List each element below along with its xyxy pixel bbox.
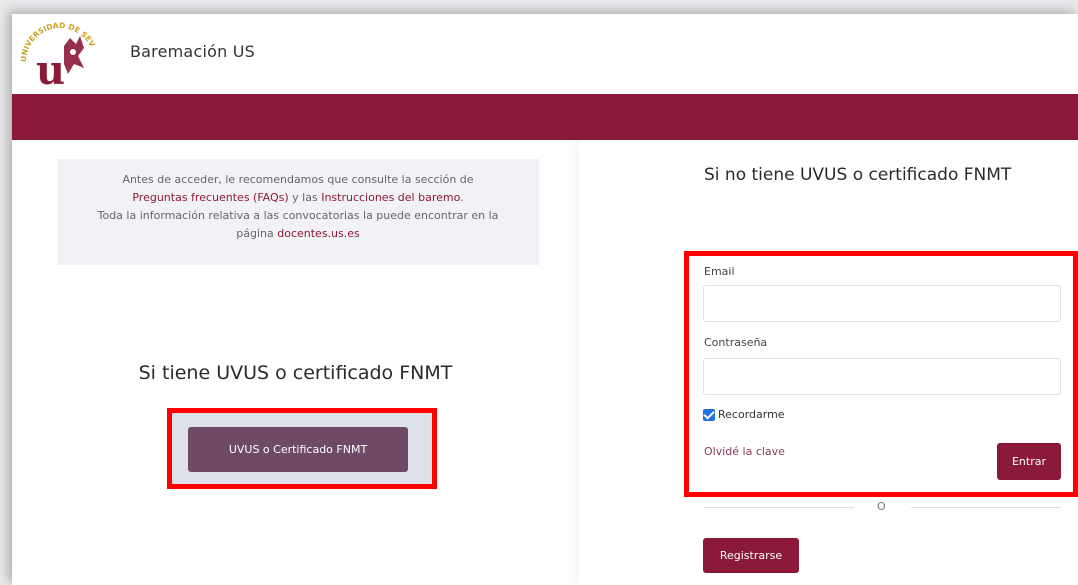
- enter-button[interactable]: Entrar: [997, 443, 1061, 480]
- page: UNIVERSIDAD DE SEVILLA u Baremación US A…: [12, 14, 1078, 585]
- separator-text: O: [877, 500, 886, 513]
- forgot-password-link[interactable]: Olvidé la clave: [704, 445, 785, 458]
- email-label: Email: [704, 265, 735, 278]
- info-notice: Antes de acceder, le recomendamos que co…: [57, 159, 539, 265]
- brand-banner: [12, 94, 1078, 140]
- local-login-column: Si no tiene UVUS o certificado FNMT Emai…: [579, 140, 1078, 585]
- uvus-login-column: Antes de acceder, le recomendamos que co…: [12, 140, 579, 585]
- header: UNIVERSIDAD DE SEVILLA u Baremación US: [12, 14, 1078, 94]
- remember-label: Recordarme: [718, 408, 785, 421]
- info-period: .: [460, 191, 464, 204]
- info-line-4: página docentes.us.es: [57, 225, 539, 243]
- email-field[interactable]: [703, 285, 1061, 322]
- remember-me[interactable]: Recordarme: [703, 408, 785, 421]
- password-field[interactable]: [703, 358, 1061, 395]
- page-prefix: página: [236, 227, 278, 240]
- uvus-certificate-button[interactable]: UVUS o Certificado FNMT: [188, 427, 408, 472]
- remember-checkbox[interactable]: [703, 408, 715, 421]
- svg-text:u: u: [36, 47, 65, 92]
- app-title: Baremación US: [130, 42, 255, 61]
- info-line-2: Preguntas frecuentes (FAQs) y las Instru…: [57, 189, 539, 207]
- separator-line-right: [911, 507, 1061, 508]
- info-line-3: Toda la información relativa a las convo…: [97, 209, 499, 222]
- faq-link[interactable]: Preguntas frecuentes (FAQs): [132, 191, 288, 204]
- docentes-link[interactable]: docentes.us.es: [277, 227, 360, 240]
- university-seal-icon[interactable]: UNIVERSIDAD DE SEVILLA u: [15, 14, 100, 94]
- uvus-section-title: Si tiene UVUS o certificado FNMT: [138, 362, 453, 384]
- register-button[interactable]: Registrarse: [703, 538, 799, 573]
- info-and-text: y las: [288, 191, 322, 204]
- login-section-title: Si no tiene UVUS o certificado FNMT: [704, 165, 1012, 185]
- instructions-link[interactable]: Instrucciones del baremo: [321, 191, 460, 204]
- password-label: Contraseña: [704, 336, 768, 349]
- separator-line-left: [704, 507, 854, 508]
- info-line-1: Antes de acceder, le recomendamos que co…: [122, 173, 474, 186]
